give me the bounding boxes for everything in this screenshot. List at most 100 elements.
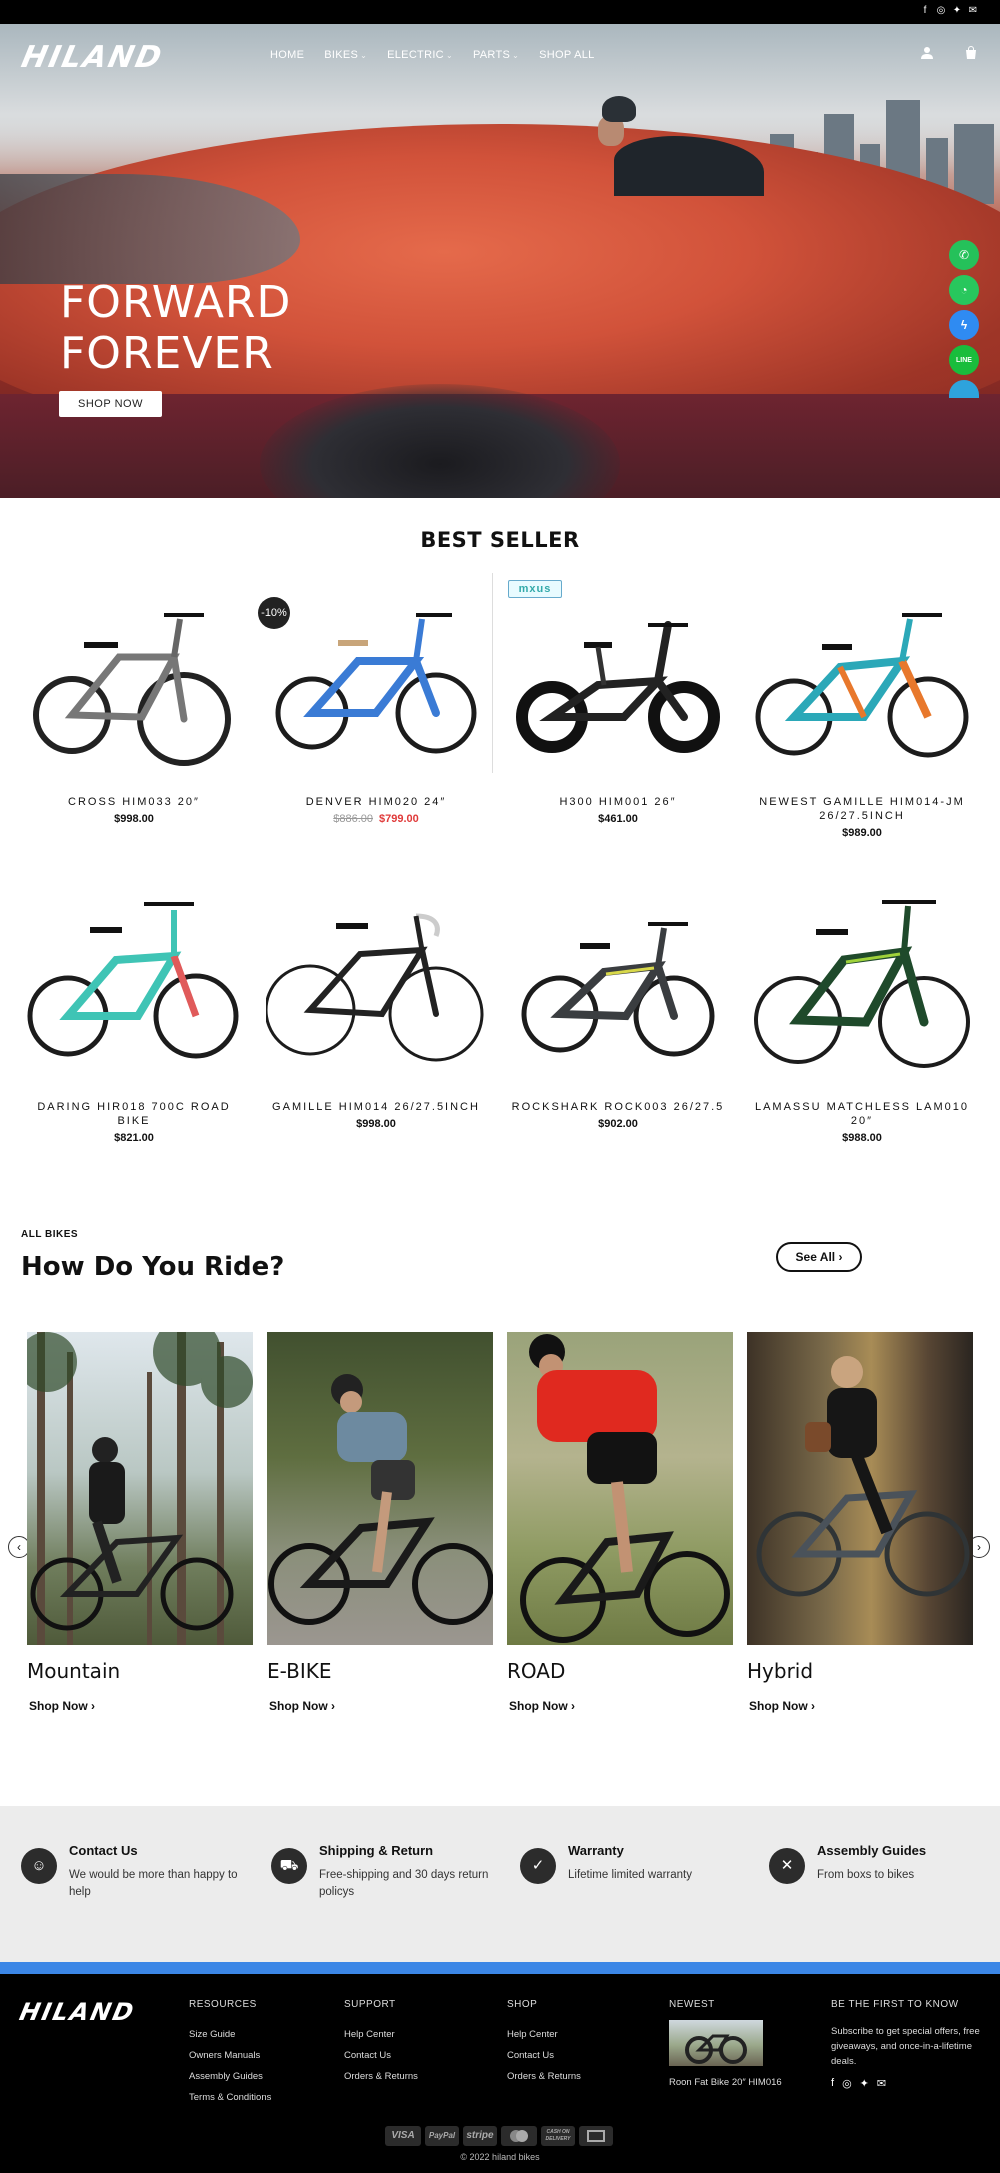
mxus-brand-badge: mxus [508,580,562,598]
nav-home[interactable]: HOME [270,49,304,61]
product-card[interactable]: LAMASSU MATCHLESS LAM010 20″ $988.00 [752,890,972,1144]
product-name[interactable]: CROSS HIM033 20″ [24,795,244,809]
category-photo[interactable] [27,1332,253,1645]
bike-illustration [33,613,231,766]
line-icon[interactable]: LINE [949,345,979,375]
category-card-mountain[interactable]: Mountain Shop Now › [27,1332,253,1713]
instagram-icon[interactable]: ◎ [936,5,946,17]
footer-support: SUPPORT Help Center Contact Us Orders & … [344,1999,418,2087]
product-name[interactable]: ROCKSHARK ROCK003 26/27.5 [508,1100,728,1114]
footer-logo[interactable]: HILAND [17,1998,138,2026]
email-icon[interactable]: ✉ [877,2077,886,2090]
shop-now-link[interactable]: Shop Now › [269,1699,493,1713]
product-card[interactable]: CROSS HIM033 20″ $998.00 [24,585,244,825]
footer-link[interactable]: Help Center [507,2024,581,2045]
feature-title: Assembly Guides [817,1843,927,1858]
footer-link[interactable]: Terms & Conditions [189,2087,271,2108]
email-icon[interactable]: ✉ [968,5,978,17]
newest-product-name[interactable]: Roon Fat Bike 20″ HIM016 [669,2072,782,2093]
footer-heading: NEWEST [669,1999,715,2010]
cart-icon[interactable] [964,46,978,60]
shop-now-link[interactable]: Shop Now › [29,1699,253,1713]
footer-link[interactable]: Help Center [344,2024,418,2045]
category-card-ebike[interactable]: E-BIKE Shop Now › [267,1332,493,1713]
product-name[interactable]: LAMASSU MATCHLESS LAM010 20″ [752,1100,972,1128]
product-price: $998.00 [356,1118,396,1130]
product-card[interactable]: DENVER HIM020 24″ $886.00 $799.00 [266,585,486,825]
newest-product-image[interactable] [669,2020,763,2066]
category-photo[interactable] [747,1332,973,1645]
product-card[interactable]: DARING HIR018 700C ROAD BIKE $821.00 [24,890,244,1144]
category-name[interactable]: E-BIKE [267,1659,493,1683]
feature-title: Warranty [568,1843,624,1858]
product-image[interactable] [752,890,972,1100]
copyright: © 2022 hiland bikes [460,2152,540,2162]
footer-link[interactable]: Owners Manuals [189,2045,271,2066]
facebook-icon[interactable]: f [920,5,930,17]
product-image[interactable] [24,585,244,795]
whatsapp-icon[interactable]: ◔ [949,275,979,305]
bike-illustration [275,613,477,754]
nav-parts[interactable]: PARTS ⌄ [473,49,519,61]
shop-now-link[interactable]: Shop Now › [749,1699,973,1713]
hero-title-line1: FORWARD [60,277,292,328]
product-card[interactable]: GAMILLE HIM014 26/27.5INCH $998.00 [264,890,486,1130]
footer-link[interactable]: Orders & Returns [344,2066,418,2087]
product-name[interactable]: DENVER HIM020 24″ [266,795,486,809]
product-image[interactable] [508,890,728,1100]
product-name[interactable]: GAMILLE HIM014 26/27.5INCH [266,1100,486,1114]
product-price: $988.00 [842,1132,882,1144]
product-price: $821.00 [114,1132,154,1144]
product-name[interactable]: NEWEST GAMILLE HIM014-JM 26/27.5INCH [752,795,972,823]
product-card[interactable]: ROCKSHARK ROCK003 26/27.5 $902.00 [508,890,728,1130]
footer: HILAND RESOURCES Size Guide Owners Manua… [0,1974,1000,2173]
product-card[interactable]: H300 HIM001 26″ $461.00 [508,585,728,825]
product-image[interactable] [266,585,486,795]
messenger-icon[interactable]: ϟ [949,310,979,340]
stripe-icon: stripe [463,2126,497,2146]
twitter-icon[interactable]: ✦ [860,2077,869,2090]
product-card[interactable]: NEWEST GAMILLE HIM014-JM 26/27.5INCH $98… [752,585,972,839]
product-name[interactable]: DARING HIR018 700C ROAD BIKE [24,1100,244,1128]
visa-icon: VISA [385,2126,421,2146]
product-image[interactable] [752,585,972,795]
hero-title-line2: FOREVER [60,328,274,379]
account-icon[interactable] [920,46,934,60]
phone-icon[interactable]: ✆ [949,240,979,270]
product-image[interactable] [24,890,244,1100]
sale-price: $799.00 [379,813,419,825]
category-name[interactable]: Mountain [27,1659,253,1683]
bike-illustration [264,913,484,1062]
category-photo[interactable] [267,1332,493,1645]
nav-electric[interactable]: ELECTRIC ⌄ [387,49,453,61]
instagram-icon[interactable]: ◎ [842,2077,852,2090]
nav-shop-all[interactable]: SHOP ALL [539,49,594,61]
category-name[interactable]: ROAD [507,1659,733,1683]
category-card-road[interactable]: ROAD Shop Now › [507,1332,733,1713]
site-logo[interactable]: HILAND [18,40,166,75]
footer-link[interactable]: Contact Us [507,2045,581,2066]
hero-title: FORWARD FOREVER [60,277,291,379]
footer-link[interactable]: Orders & Returns [507,2066,581,2087]
discount-badge: -10% [258,597,290,629]
nav-bikes[interactable]: BIKES ⌄ [324,49,367,61]
product-name[interactable]: H300 HIM001 26″ [508,795,728,809]
footer-link[interactable]: Contact Us [344,2045,418,2066]
product-image[interactable] [264,890,486,1100]
category-photo[interactable] [507,1332,733,1645]
category-card-hybrid[interactable]: Hybrid Shop Now › [747,1332,973,1713]
chevron-right-icon: › [811,1699,816,1713]
footer-link[interactable]: Size Guide [189,2024,271,2045]
footer-newest: NEWEST Roon Fat Bike 20″ HIM016 [669,1999,782,2093]
product-price: $886.00 $799.00 [266,813,486,825]
bike-illustration [521,922,715,1057]
category-name[interactable]: Hybrid [747,1659,973,1683]
twitter-icon[interactable]: ✦ [952,5,962,17]
facebook-icon[interactable]: f [831,2077,834,2090]
product-image[interactable] [508,585,728,795]
product-price: $461.00 [598,813,638,825]
hero-shop-now-button[interactable]: SHOP NOW [59,391,162,417]
see-all-button[interactable]: See All › [776,1242,862,1272]
shop-now-link[interactable]: Shop Now › [509,1699,733,1713]
footer-link[interactable]: Assembly Guides [189,2066,271,2087]
